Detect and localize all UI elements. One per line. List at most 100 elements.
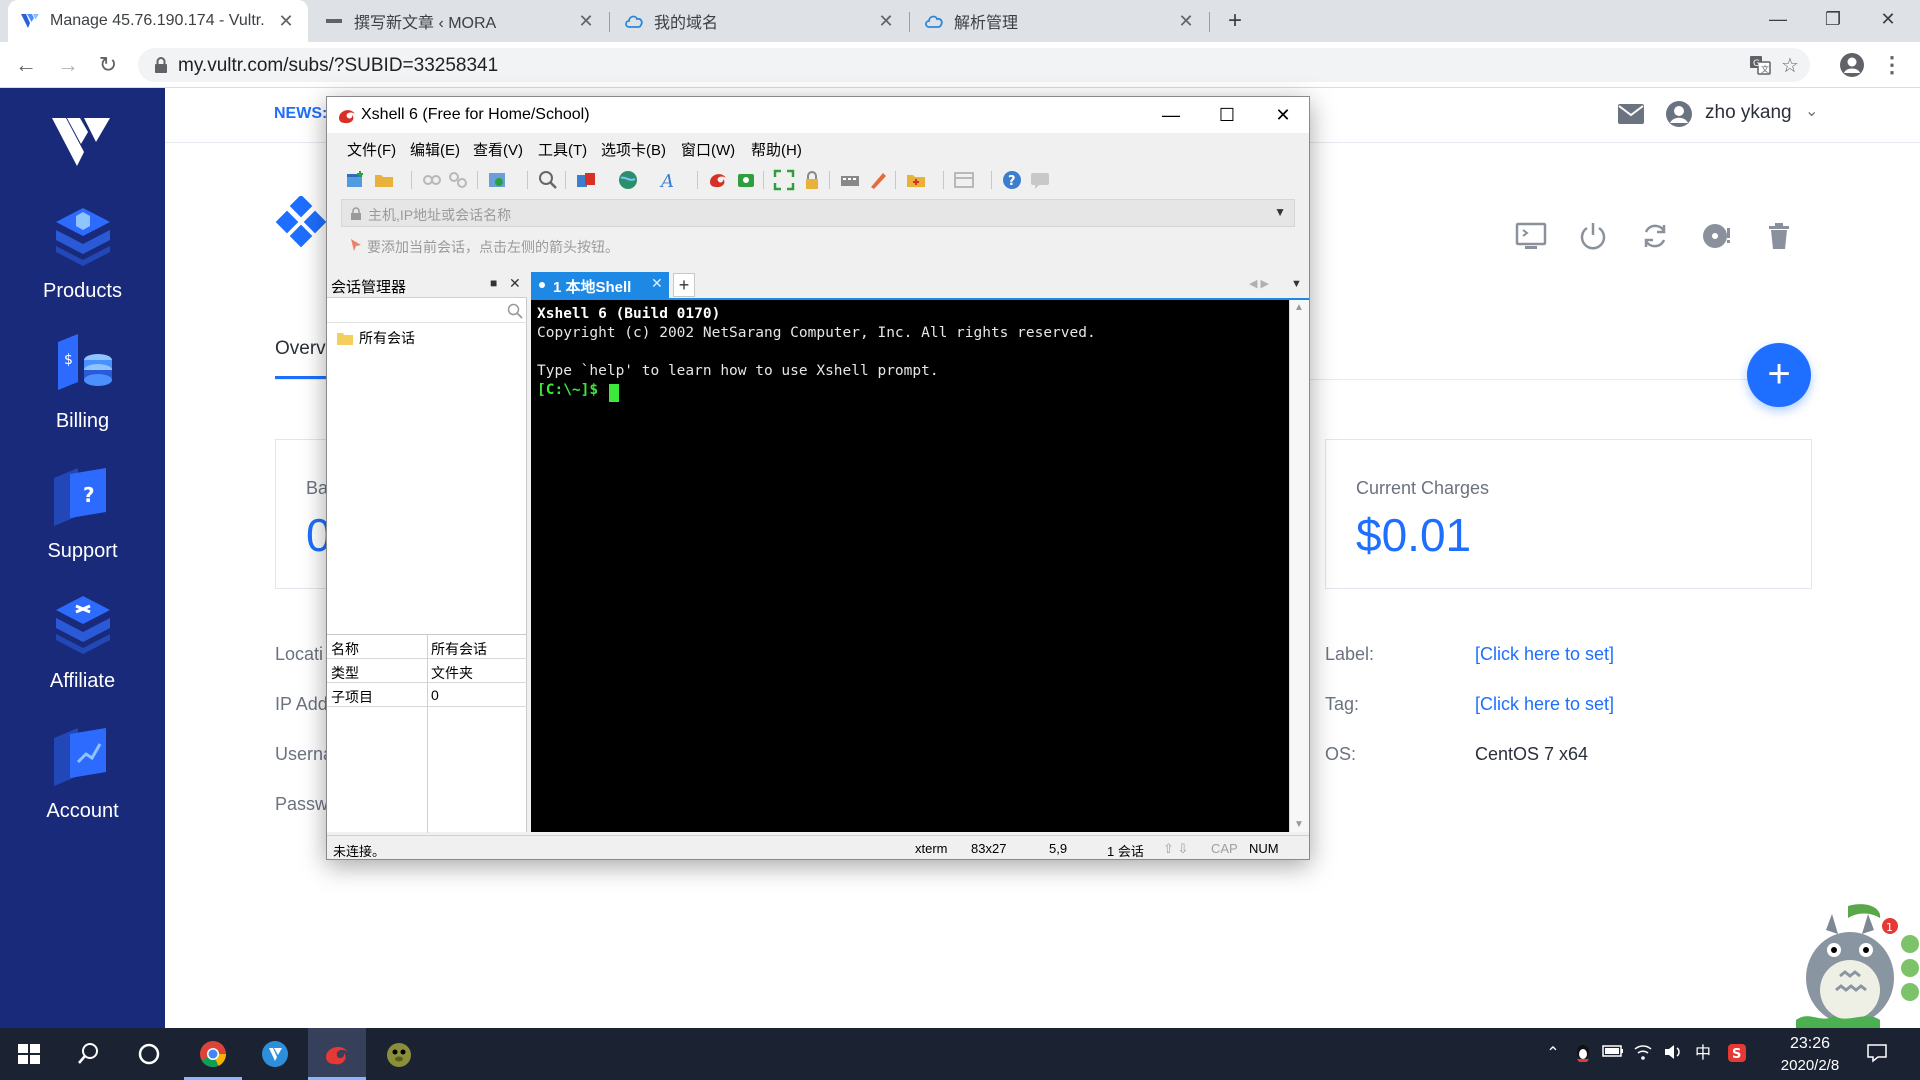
totoro-mascot-icon[interactable]: 1 xyxy=(1790,900,1920,1028)
close-tab-icon[interactable]: ✕ xyxy=(1176,11,1196,32)
bookmark-star-icon[interactable]: ☆ xyxy=(1778,54,1802,78)
browser-tab-domains[interactable]: 我的域名 ✕ xyxy=(612,0,908,42)
tab-list-dropdown-icon[interactable]: ▼ xyxy=(1291,278,1302,290)
find-icon[interactable] xyxy=(537,169,559,191)
volume-icon[interactable] xyxy=(1662,1043,1684,1065)
back-icon[interactable]: ← xyxy=(10,49,42,81)
menu-help[interactable]: 帮助(H) xyxy=(751,139,802,160)
taskbar-totoro-app[interactable] xyxy=(370,1028,428,1080)
taskbar-xshell[interactable] xyxy=(308,1028,366,1080)
translate-icon[interactable]: G文 xyxy=(1748,54,1772,78)
username[interactable]: zho ykang xyxy=(1705,102,1792,124)
battery-icon[interactable] xyxy=(1602,1043,1624,1065)
new-session-icon[interactable] xyxy=(345,169,367,191)
tab-local-shell[interactable]: 1 本地Shell ✕ xyxy=(531,272,669,298)
close-tab-icon[interactable]: ✕ xyxy=(276,11,296,32)
taskbar-chrome[interactable] xyxy=(184,1028,242,1080)
address-bar[interactable]: my.vultr.com/subs/?SUBID=33258341 G文 ☆ xyxy=(138,48,1810,82)
close-tab-icon[interactable]: ✕ xyxy=(576,11,596,32)
reload-icon[interactable]: ↻ xyxy=(92,49,124,81)
menu-file[interactable]: 文件(F) xyxy=(347,139,396,160)
highlight-pen-icon[interactable] xyxy=(867,169,889,191)
power-icon[interactable] xyxy=(1577,220,1609,252)
session-address-input[interactable]: 主机,IP地址或会话名称 ▼ xyxy=(341,199,1295,227)
restart-icon[interactable] xyxy=(1639,220,1671,252)
menu-view[interactable]: 查看(V) xyxy=(473,139,523,160)
reinstall-disc-icon[interactable] xyxy=(1701,220,1733,252)
sidebar-item-billing[interactable]: $ Billing xyxy=(0,330,165,450)
session-search-input[interactable] xyxy=(327,299,527,323)
browser-close-icon[interactable]: ✕ xyxy=(1868,4,1908,34)
sidebar-item-support[interactable]: ? Support xyxy=(0,460,165,580)
layout-icon[interactable] xyxy=(953,169,975,191)
clock-time[interactable]: 23:26 xyxy=(1770,1035,1850,1053)
sidebar-item-affiliate[interactable]: Affiliate xyxy=(0,590,165,710)
add-folder-icon[interactable] xyxy=(905,169,927,191)
xshell-app-icon[interactable] xyxy=(707,169,729,191)
clock-date[interactable]: 2020/2/8 xyxy=(1770,1057,1850,1074)
new-terminal-tab-button[interactable]: + xyxy=(673,273,695,297)
browser-menu-icon[interactable]: ⋮ xyxy=(1876,49,1908,81)
console-icon[interactable] xyxy=(1515,220,1547,252)
tab-scroll-arrows-icon[interactable]: ◀ ▶ xyxy=(1249,277,1269,290)
xshell-maximize-icon[interactable]: ☐ xyxy=(1199,99,1255,131)
transfer-icon[interactable] xyxy=(575,169,597,191)
dropdown-arrow-icon[interactable]: ▼ xyxy=(1274,205,1286,219)
menu-tools[interactable]: 工具(T) xyxy=(538,139,587,160)
set-tag-link[interactable]: [Click here to set] xyxy=(1475,694,1614,715)
tray-expand-icon[interactable]: ⌃ xyxy=(1542,1043,1564,1065)
menu-tabs[interactable]: 选项卡(B) xyxy=(601,139,666,160)
menu-window[interactable]: 窗口(W) xyxy=(681,139,735,160)
xshell-close-icon[interactable]: ✕ xyxy=(1255,99,1311,131)
add-session-arrow-icon[interactable] xyxy=(349,238,363,252)
set-label-link[interactable]: [Click here to set] xyxy=(1475,644,1614,665)
lock-icon[interactable] xyxy=(801,169,823,191)
new-tab-button[interactable]: + xyxy=(1220,6,1250,36)
search-button[interactable] xyxy=(60,1028,118,1080)
notification-center-icon[interactable] xyxy=(1866,1043,1888,1065)
chat-icon[interactable] xyxy=(1029,169,1051,191)
browser-tab-vultr[interactable]: Manage 45.76.190.174 - Vultr. ✕ xyxy=(8,0,308,42)
tree-item-all-sessions[interactable]: 所有会话 xyxy=(337,328,415,348)
scroll-up-icon[interactable]: ▲ xyxy=(1294,302,1304,313)
session-properties-icon[interactable] xyxy=(487,169,509,191)
pin-icon[interactable]: ■ xyxy=(490,276,497,290)
xshell-titlebar[interactable]: Xshell 6 (Free for Home/School) — ☐ ✕ xyxy=(327,97,1309,133)
tab-overview[interactable]: Overvi xyxy=(275,338,330,360)
chevron-down-icon[interactable]: ⌄ xyxy=(1805,101,1818,121)
add-button[interactable]: + xyxy=(1747,343,1811,407)
scroll-down-icon[interactable]: ▼ xyxy=(1294,819,1304,830)
browser-tab-dns[interactable]: 解析管理 ✕ xyxy=(912,0,1208,42)
mail-icon[interactable] xyxy=(1617,102,1645,126)
ime-indicator[interactable]: 中 xyxy=(1692,1043,1714,1065)
sidebar-item-products[interactable]: Products xyxy=(0,200,165,320)
open-folder-icon[interactable] xyxy=(373,169,395,191)
sidebar-item-account[interactable]: Account xyxy=(0,720,165,840)
cortana-button[interactable] xyxy=(120,1028,178,1080)
xshell-minimize-icon[interactable]: — xyxy=(1143,99,1199,131)
close-tab-icon[interactable]: ✕ xyxy=(876,11,896,32)
destroy-trash-icon[interactable] xyxy=(1763,220,1795,252)
user-avatar-icon[interactable] xyxy=(1665,100,1693,128)
wifi-icon[interactable] xyxy=(1632,1043,1654,1065)
taskbar-vultr[interactable] xyxy=(246,1028,304,1080)
sogou-ime-icon[interactable]: S xyxy=(1726,1043,1748,1065)
fullscreen-icon[interactable] xyxy=(773,169,795,191)
connect-icon[interactable] xyxy=(421,169,443,191)
xftp-icon[interactable] xyxy=(735,169,757,191)
terminal-area[interactable]: Xshell 6 (Build 0170) Copyright (c) 2002… xyxy=(531,300,1289,832)
font-icon[interactable]: A xyxy=(659,169,681,191)
browser-restore-icon[interactable]: ❐ xyxy=(1813,4,1853,34)
start-button[interactable] xyxy=(0,1028,58,1080)
close-tab-icon[interactable]: ✕ xyxy=(651,275,663,292)
help-icon[interactable]: ? xyxy=(1001,169,1023,191)
menu-edit[interactable]: 编辑(E) xyxy=(410,139,460,160)
forward-icon[interactable]: → xyxy=(52,49,84,81)
browser-minimize-icon[interactable]: — xyxy=(1758,4,1798,34)
keyboard-icon[interactable] xyxy=(839,169,861,191)
profile-icon[interactable] xyxy=(1836,49,1868,81)
globe-icon[interactable] xyxy=(617,169,639,191)
terminal-scrollbar[interactable]: ▲ ▼ xyxy=(1289,300,1309,832)
browser-tab-mora[interactable]: 撰写新文章 ‹ MORA ✕ xyxy=(312,0,608,42)
close-panel-icon[interactable]: ✕ xyxy=(509,275,521,292)
